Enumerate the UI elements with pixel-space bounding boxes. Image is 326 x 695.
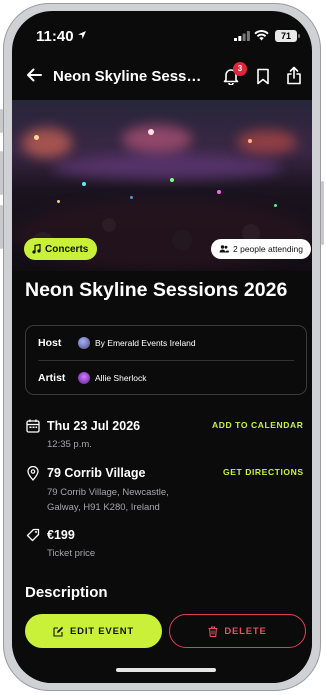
battery-indicator: 71 [275,30,300,42]
host-label: Host [38,337,62,349]
attendees-label: 2 people attending [233,244,303,254]
power-button [321,181,324,245]
host-row[interactable]: Host By Emerald Events Ireland [38,326,294,360]
top-app-bar: Neon Skyline Sessions 2026 3 [12,61,312,93]
share-icon[interactable] [286,66,302,85]
people-icon [219,245,229,253]
ticket-price: €199 [47,528,75,542]
attendees-chip[interactable]: 2 people attending [211,239,311,259]
notification-badge: 3 [233,62,247,76]
calendar-icon [26,419,40,433]
ticket-price-label: Ticket price [47,548,96,559]
mute-switch [0,109,3,133]
location-arrow-icon [78,31,86,39]
event-time: 12:35 p.m. [47,439,92,450]
tag-icon [26,528,40,542]
status-bar: 11:40 71 [12,11,312,53]
device-frame: 11:40 71 Neon Skyline Sessions 2026 3 [0,3,324,691]
header-title: Neon Skyline Sessions 2026 [53,68,203,85]
artist-label: Artist [38,372,66,384]
category-label: Concerts [45,243,89,255]
edit-event-button[interactable]: EDIT EVENT [25,614,162,648]
host-avatar [78,337,90,349]
edit-event-label: EDIT EVENT [70,625,134,637]
delete-label: DELETE [224,625,267,637]
bookmark-icon[interactable] [256,68,270,85]
cellular-signal-icon [234,31,250,41]
people-card: Host By Emerald Events Ireland Artist Al… [25,325,307,395]
volume-down-button [0,205,3,249]
location-pin-icon [27,466,39,481]
description-heading: Description [25,584,108,601]
add-to-calendar-link[interactable]: ADD TO CALENDAR [212,420,303,430]
category-chip[interactable]: Concerts [24,238,98,260]
event-date: Thu 23 Jul 2026 [47,419,141,433]
artist-avatar [78,372,90,384]
location-address-line2: Galway, H91 K280, Ireland [47,502,160,513]
status-time: 11:40 [36,28,74,45]
artist-name: Allie Sherlock [95,373,147,383]
home-indicator[interactable] [116,668,216,672]
artist-row[interactable]: Artist Allie Sherlock [38,361,294,395]
event-title: Neon Skyline Sessions 2026 [25,279,288,301]
app-screen: 11:40 71 Neon Skyline Sessions 2026 3 [12,11,312,683]
back-arrow-icon[interactable] [26,67,42,83]
location-address-line1: 79 Corrib Village, Newcastle, [47,487,169,498]
location-name: 79 Corrib Village [47,466,146,480]
wifi-icon [254,30,269,41]
host-name: By Emerald Events Ireland [95,338,196,348]
delete-button[interactable]: DELETE [169,614,306,648]
trash-icon [208,625,218,637]
volume-up-button [0,151,3,195]
get-directions-link[interactable]: GET DIRECTIONS [223,467,304,477]
music-note-icon [32,244,41,254]
edit-icon [53,626,64,637]
